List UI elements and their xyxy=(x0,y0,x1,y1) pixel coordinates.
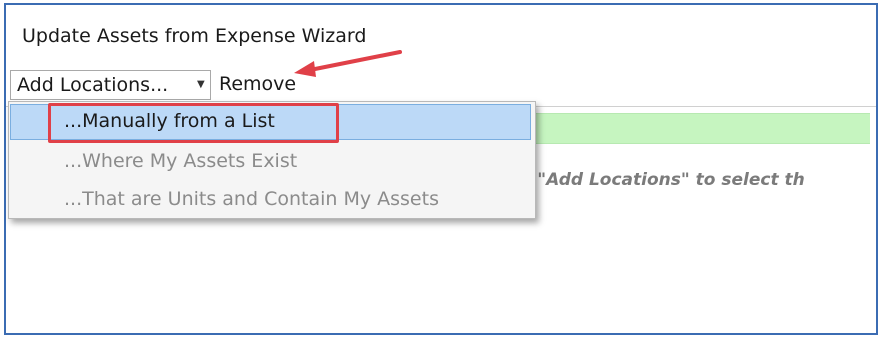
add-locations-label: Add Locations... xyxy=(17,74,169,96)
menu-item-where-assets-exist[interactable]: ...Where My Assets Exist xyxy=(9,143,535,179)
empty-list-hint: k "Add Locations" to select th xyxy=(520,170,805,190)
chevron-down-icon: ▼ xyxy=(197,79,205,90)
menu-item-label: ...That are Units and Contain My Assets xyxy=(64,188,439,210)
annotation-arrow-icon xyxy=(294,50,402,77)
menu-item-label: ...Where My Assets Exist xyxy=(64,150,298,172)
add-locations-dropdown-button[interactable]: Add Locations... ▼ xyxy=(10,70,211,100)
menu-item-units-containing-assets[interactable]: ...That are Units and Contain My Assets xyxy=(9,181,535,217)
selected-row-highlight[interactable] xyxy=(534,113,870,144)
annotation-highlight-box xyxy=(48,103,339,143)
